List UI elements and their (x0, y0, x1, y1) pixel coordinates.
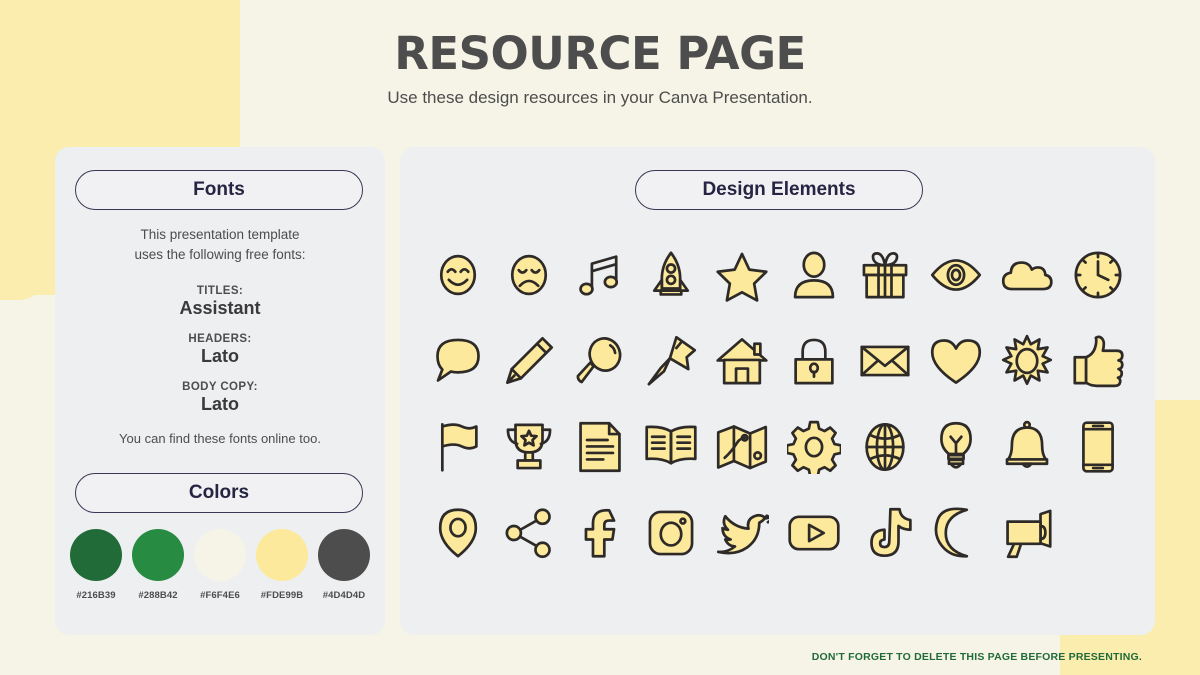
instagram-icon[interactable] (640, 502, 702, 564)
fonts-intro-line-1: This presentation template (140, 227, 300, 242)
color-swatch-label: #216B39 (76, 590, 116, 601)
font-group-body-copy: BODY COPY: Lato (55, 381, 385, 415)
lock-icon[interactable] (783, 330, 845, 392)
color-swatch: #FDE99B (255, 529, 309, 601)
color-swatch-dot (70, 529, 122, 581)
fonts-outro-text: You can find these fonts online too. (119, 431, 321, 446)
facebook-icon[interactable] (569, 502, 631, 564)
star-icon[interactable] (711, 244, 773, 306)
lightbulb-icon[interactable] (925, 416, 987, 478)
house-icon[interactable] (711, 330, 773, 392)
page-title: RESOURCE PAGE (394, 27, 806, 80)
color-swatch-dot (318, 529, 370, 581)
document-icon[interactable] (569, 416, 631, 478)
trophy-icon[interactable] (498, 416, 560, 478)
color-swatch-dot (194, 529, 246, 581)
decorative-blob-left-lower (0, 120, 48, 300)
sun-icon[interactable] (996, 330, 1058, 392)
flag-icon[interactable] (427, 416, 489, 478)
colors-heading-pill: Colors (75, 473, 363, 513)
footer-reminder-note: DON'T FORGET TO DELETE THIS PAGE BEFORE … (811, 651, 1142, 663)
color-swatch-row: #216B39 #288B42 #F6F4E6 #FDE99B #4D4D4D (69, 529, 371, 601)
envelope-icon[interactable] (854, 330, 916, 392)
fonts-intro-text: This presentation template uses the foll… (55, 225, 385, 264)
magnifying-glass-icon[interactable] (569, 330, 631, 392)
rocket-icon[interactable] (640, 244, 702, 306)
color-swatch-label: #F6F4E6 (200, 590, 240, 601)
page-subtitle: Use these design resources in your Canva… (387, 87, 813, 107)
smiley-face-icon[interactable] (427, 244, 489, 306)
page-header: RESOURCE PAGE Use these design resources… (0, 0, 1200, 108)
sad-face-icon[interactable] (498, 244, 560, 306)
gear-icon[interactable] (783, 416, 845, 478)
youtube-icon[interactable] (783, 502, 845, 564)
book-icon[interactable] (640, 416, 702, 478)
color-swatch-label: #4D4D4D (322, 590, 366, 601)
fonts-and-colors-panel: Fonts This presentation template uses th… (55, 147, 385, 635)
font-group-label: TITLES: (196, 285, 244, 297)
tiktok-icon[interactable] (854, 502, 916, 564)
font-group-titles: TITLES: Assistant (55, 285, 385, 319)
fonts-intro-line-2: uses the following free fonts: (134, 246, 306, 262)
clock-icon[interactable] (1067, 244, 1129, 306)
pencil-icon[interactable] (498, 330, 560, 392)
design-elements-panel: Design Elements (400, 147, 1155, 635)
heart-icon[interactable] (925, 330, 987, 392)
color-swatch: #F6F4E6 (193, 529, 247, 601)
location-pin-icon[interactable] (427, 502, 489, 564)
gift-icon[interactable] (854, 244, 916, 306)
cloud-icon[interactable] (996, 244, 1058, 306)
person-icon[interactable] (783, 244, 845, 306)
font-group-name: Lato (201, 394, 239, 414)
color-swatch-label: #288B42 (138, 590, 178, 601)
color-swatch: #288B42 (131, 529, 185, 601)
music-note-icon[interactable] (569, 244, 631, 306)
fonts-heading-pill: Fonts (75, 170, 363, 210)
share-icon[interactable] (498, 502, 560, 564)
design-elements-heading-pill: Design Elements (635, 170, 923, 210)
color-swatch-dot (132, 529, 184, 581)
font-group-label: BODY COPY: (182, 381, 258, 393)
color-swatch-label: #FDE99B (260, 590, 304, 601)
speech-bubble-icon[interactable] (427, 330, 489, 392)
color-swatch: #216B39 (69, 529, 123, 601)
design-elements-icon-grid (422, 232, 1134, 576)
bell-icon[interactable] (996, 416, 1058, 478)
color-swatch-dot (256, 529, 308, 581)
moon-icon[interactable] (925, 502, 987, 564)
font-group-label: HEADERS: (188, 333, 252, 345)
megaphone-icon[interactable] (996, 502, 1058, 564)
thumbs-up-icon[interactable] (1067, 330, 1129, 392)
map-icon[interactable] (711, 416, 773, 478)
font-group-name: Assistant (179, 298, 261, 318)
pushpin-icon[interactable] (640, 330, 702, 392)
phone-icon[interactable] (1067, 416, 1129, 478)
color-swatch: #4D4D4D (317, 529, 371, 601)
font-group-headers: HEADERS: Lato (55, 333, 385, 367)
globe-icon[interactable] (854, 416, 916, 478)
twitter-icon[interactable] (711, 502, 773, 564)
eye-icon[interactable] (925, 244, 987, 306)
font-group-name: Lato (201, 346, 239, 366)
